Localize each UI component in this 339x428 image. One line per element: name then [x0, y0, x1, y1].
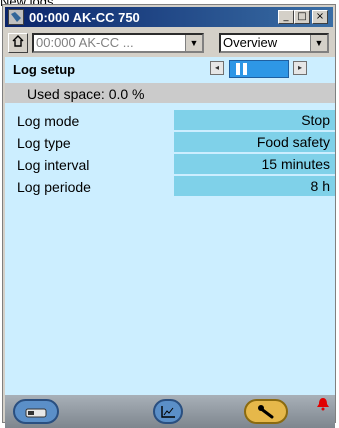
page-scroller[interactable]: ◂ ▸	[210, 60, 310, 78]
device-icon	[25, 406, 47, 424]
list-item[interactable]: Log periode 8 h	[5, 176, 335, 197]
graph-button[interactable]	[153, 399, 183, 424]
service-button[interactable]	[244, 399, 288, 424]
window-title: 00:000 AK-CC 750	[29, 10, 140, 25]
title-bar: 00:000 AK-CC 750 _ □ ×	[5, 7, 333, 27]
list-item[interactable]: Log type Food safety	[5, 132, 335, 153]
alarm-bell-icon[interactable]	[316, 397, 330, 416]
row-value[interactable]: Food safety	[174, 132, 335, 152]
list-item[interactable]: Log mode Stop	[5, 110, 335, 131]
row-label: Log interval	[17, 157, 90, 173]
toolbar: 00:000 AK-CC ... ▼ Overview ▼	[5, 31, 335, 55]
view-select-value: Overview	[223, 35, 278, 50]
graph-icon	[160, 405, 176, 424]
wrench-icon	[257, 404, 277, 425]
next-page-button[interactable]: ▸	[293, 61, 307, 75]
used-space-text: Used space: 0.0 %	[27, 86, 145, 102]
maximize-button[interactable]: □	[294, 10, 310, 24]
used-space-bar: Used space: 0.0 %	[5, 83, 335, 103]
app-icon	[8, 9, 24, 25]
row-value[interactable]: Stop	[174, 110, 335, 130]
bottom-toolbar	[5, 395, 335, 428]
close-button[interactable]: ×	[312, 10, 328, 24]
list-item[interactable]: Log interval 15 minutes	[5, 154, 335, 175]
row-label: Log type	[17, 135, 71, 151]
device-select[interactable]: 00:000 AK-CC ... ▼	[32, 33, 204, 53]
view-select[interactable]: Overview ▼	[219, 33, 329, 53]
minimize-button[interactable]: _	[278, 10, 294, 24]
home-button[interactable]	[8, 33, 28, 53]
section-title: Log setup	[13, 62, 76, 77]
row-label: Log periode	[17, 179, 91, 195]
prev-page-button[interactable]: ◂	[210, 61, 224, 75]
main-panel: Log setup ◂ ▸ Used space: 0.0 % Log mode…	[5, 57, 335, 427]
page-scroll-track[interactable]	[229, 60, 289, 78]
row-label: Log mode	[17, 113, 80, 129]
section-header: Log setup ◂ ▸	[5, 57, 335, 81]
app-window: 00:000 AK-CC 750 _ □ × 00:000 AK-CC ... …	[2, 4, 336, 428]
chevron-down-icon[interactable]: ▼	[310, 35, 327, 51]
row-value[interactable]: 8 h	[174, 176, 335, 196]
page-thumb[interactable]	[243, 63, 247, 75]
home-icon	[11, 35, 25, 51]
device-select-value: 00:000 AK-CC ...	[36, 35, 134, 50]
chevron-down-icon[interactable]: ▼	[185, 35, 202, 51]
device-button[interactable]	[13, 399, 59, 424]
page-thumb[interactable]	[236, 63, 240, 75]
row-value[interactable]: 15 minutes	[174, 154, 335, 174]
